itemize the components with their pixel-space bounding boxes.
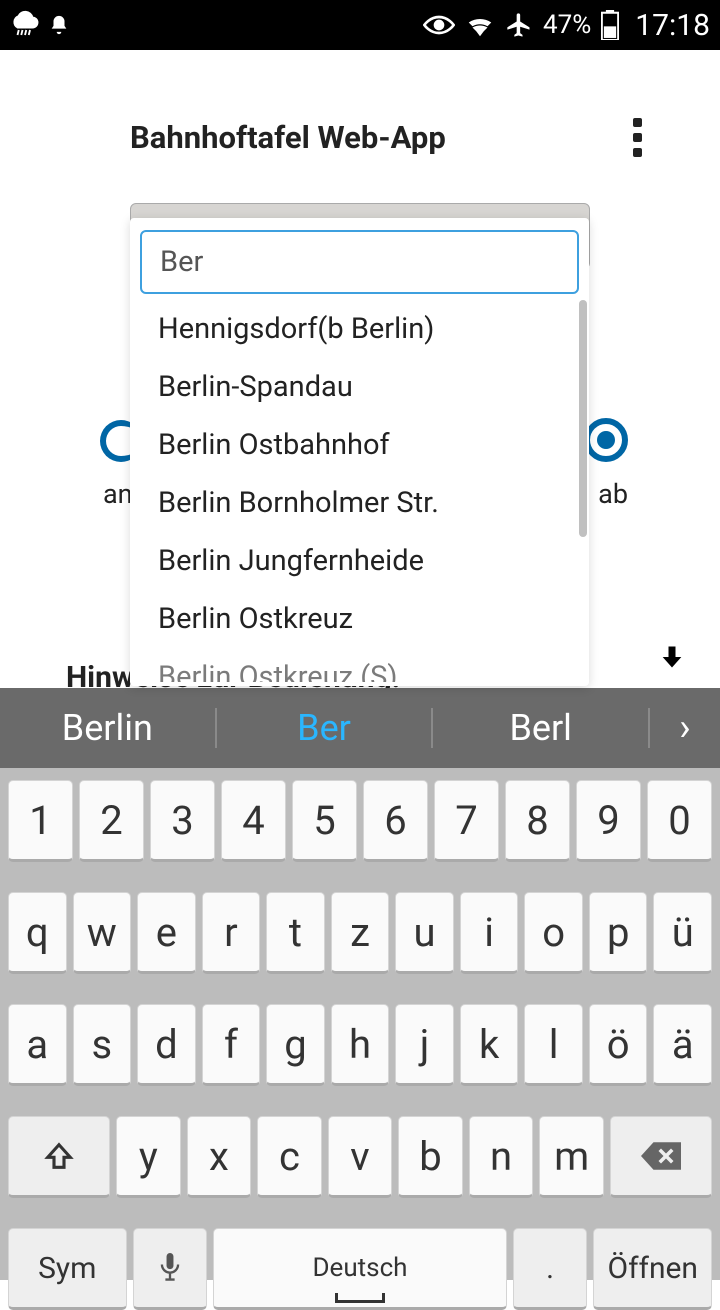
keyboard: 1 2 3 4 5 6 7 8 9 0 q w e r t z u i o p … — [0, 768, 720, 1280]
radio-departure[interactable] — [584, 418, 628, 462]
keyboard-row: 1 2 3 4 5 6 7 8 9 0 — [8, 780, 712, 862]
key-oe[interactable]: ö — [589, 1004, 648, 1086]
list-item[interactable]: Berlin-Spandau — [130, 358, 589, 416]
battery-percent: 47% — [543, 10, 591, 40]
key-0[interactable]: 0 — [647, 780, 712, 862]
keyboard-suggestion-bar: Berlin Ber Berl › — [0, 688, 720, 768]
radio-arrival-label: an — [103, 478, 133, 510]
key-7[interactable]: 7 — [434, 780, 499, 862]
key-l[interactable]: l — [524, 1004, 583, 1086]
key-i[interactable]: i — [460, 892, 519, 974]
key-g[interactable]: g — [266, 1004, 325, 1086]
key-k[interactable]: k — [460, 1004, 519, 1086]
kebab-menu-icon[interactable] — [625, 110, 650, 165]
suggestion[interactable]: Berl — [433, 707, 648, 749]
sym-key[interactable]: Sym — [8, 1228, 127, 1310]
airplane-icon — [505, 11, 533, 39]
key-c[interactable]: c — [257, 1116, 322, 1198]
keyboard-row: y x c v b n m — [8, 1116, 712, 1198]
radio-departure-label: ab — [598, 478, 628, 510]
dot-key[interactable]: . — [513, 1228, 588, 1310]
key-h[interactable]: h — [331, 1004, 390, 1086]
down-arrow-icon[interactable] — [658, 640, 686, 680]
key-ae[interactable]: ä — [653, 1004, 712, 1086]
key-8[interactable]: 8 — [505, 780, 570, 862]
key-d[interactable]: d — [137, 1004, 196, 1086]
key-f[interactable]: f — [202, 1004, 261, 1086]
key-m[interactable]: m — [539, 1116, 604, 1198]
shift-key[interactable] — [8, 1116, 110, 1198]
scrollbar[interactable] — [579, 300, 587, 537]
station-dropdown: Hennigsdorf(b Berlin) Berlin-Spandau Ber… — [130, 218, 589, 686]
bell-icon — [48, 14, 70, 36]
page-title: Bahnhoftafel Web-App — [130, 119, 446, 156]
key-2[interactable]: 2 — [79, 780, 144, 862]
list-item[interactable]: Berlin Ostbahnhof — [130, 416, 589, 474]
wifi-icon — [465, 13, 495, 37]
list-item[interactable]: Berlin Bornholmer Str. — [130, 474, 589, 532]
key-r[interactable]: r — [202, 892, 261, 974]
suggestion[interactable]: Ber — [217, 707, 432, 749]
keyboard-row: Sym Deutsch . Öffnen — [8, 1228, 712, 1310]
clock: 17:18 — [635, 8, 710, 43]
battery-icon — [601, 10, 619, 40]
key-e[interactable]: e — [137, 892, 196, 974]
list-item[interactable]: Berlin Ostkreuz (S) — [130, 648, 589, 682]
list-item[interactable]: Berlin Ostkreuz — [130, 590, 589, 648]
key-s[interactable]: s — [73, 1004, 132, 1086]
key-z[interactable]: z — [331, 892, 390, 974]
key-9[interactable]: 9 — [576, 780, 641, 862]
key-b[interactable]: b — [398, 1116, 463, 1198]
keyboard-row: a s d f g h j k l ö ä — [8, 1004, 712, 1086]
weather-icon — [10, 10, 40, 40]
eye-icon — [423, 13, 455, 37]
more-suggestions-icon[interactable]: › — [650, 706, 720, 750]
key-n[interactable]: n — [469, 1116, 534, 1198]
status-bar: 47% 17:18 — [0, 0, 720, 50]
search-input[interactable] — [140, 230, 579, 294]
key-p[interactable]: p — [589, 892, 648, 974]
list-item[interactable]: Berlin Jungfernheide — [130, 532, 589, 590]
list-item[interactable]: Hennigsdorf(b Berlin) — [130, 300, 589, 358]
mic-key[interactable] — [133, 1228, 208, 1310]
key-4[interactable]: 4 — [221, 780, 286, 862]
key-y[interactable]: y — [116, 1116, 181, 1198]
key-6[interactable]: 6 — [363, 780, 428, 862]
key-3[interactable]: 3 — [150, 780, 215, 862]
key-o[interactable]: o — [524, 892, 583, 974]
key-j[interactable]: j — [395, 1004, 454, 1086]
key-t[interactable]: t — [266, 892, 325, 974]
key-1[interactable]: 1 — [8, 780, 73, 862]
key-ue[interactable]: ü — [653, 892, 712, 974]
space-label: Deutsch — [312, 1253, 407, 1283]
key-q[interactable]: q — [8, 892, 67, 974]
keyboard-row: q w e r t z u i o p ü — [8, 892, 712, 974]
space-key[interactable]: Deutsch — [213, 1228, 506, 1310]
key-x[interactable]: x — [187, 1116, 252, 1198]
key-v[interactable]: v — [328, 1116, 393, 1198]
key-5[interactable]: 5 — [292, 780, 357, 862]
open-key[interactable]: Öffnen — [593, 1228, 712, 1310]
key-u[interactable]: u — [395, 892, 454, 974]
key-w[interactable]: w — [73, 892, 132, 974]
backspace-key[interactable] — [610, 1116, 712, 1198]
key-a[interactable]: a — [8, 1004, 67, 1086]
suggestion[interactable]: Berlin — [0, 707, 215, 749]
